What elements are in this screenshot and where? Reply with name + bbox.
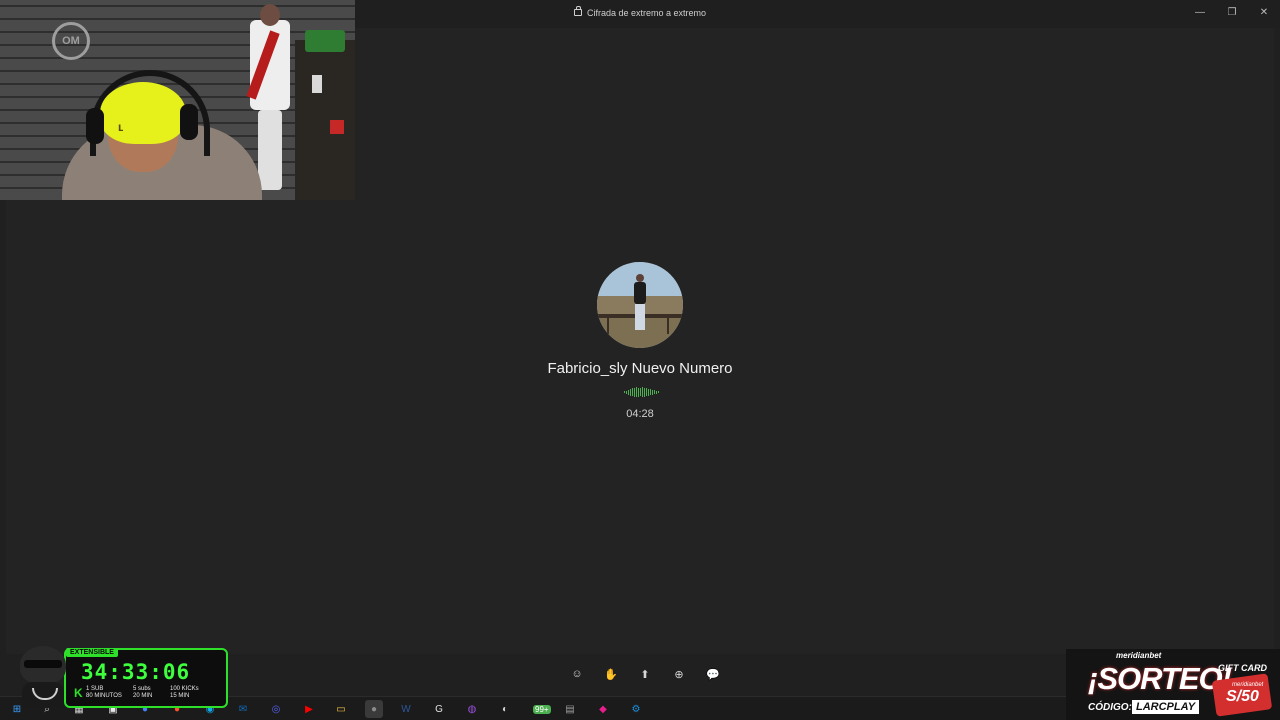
close-button[interactable]: ✕ [1248,0,1280,24]
obs-icon[interactable]: ● [365,700,383,718]
window-title: Cifrada de extremo a extremo [586,8,707,18]
timer-kicks-info: 100 KICKs 15 MIN [170,686,199,699]
reactions-icon: ☺ [571,668,583,680]
logitech-icon[interactable]: G [430,700,448,718]
voice-bar [647,388,649,396]
app-icon[interactable]: ◐ [496,700,514,718]
kick-icon[interactable]: ◆ [594,700,612,718]
window-controls: — ❐ ✕ [1184,0,1280,24]
wall-logo: OM [52,22,90,60]
raise-hand-button[interactable]: ✋ [602,664,620,684]
restore-button[interactable]: ❐ [1216,0,1248,24]
voice-bar [645,388,647,396]
discord-icon[interactable]: ◎ [267,700,285,718]
youtube-icon[interactable]: ▶ [300,700,318,718]
minimize-button[interactable]: — [1184,0,1216,24]
share-screen-icon: ⬆ [640,668,650,681]
voice-bar [639,388,641,396]
contact-avatar [597,262,683,348]
promo-code: LARCPLAY [1132,700,1200,714]
chat-icon: 💬 [706,668,720,681]
voice-bar [649,389,651,395]
notification-badge: 99+ [533,705,551,714]
voice-bar [629,388,631,396]
promo-brand: meridianbet [1116,651,1162,660]
share-screen-button[interactable]: ⬆ [636,664,654,684]
voice-bar [623,391,625,393]
file-explorer-icon[interactable]: ▭ [332,700,350,718]
messenger-icon[interactable]: ◍ [463,700,481,718]
voice-bar [653,390,655,394]
lock-icon [573,6,582,16]
voice-bar [641,387,643,397]
calculator-icon[interactable]: ▤ [561,700,579,718]
steam-icon[interactable]: ⚙ [627,700,645,718]
webcam-overlay: OM ʟ [0,0,355,200]
voice-bar [627,389,629,395]
screen: Cifrada de extremo a extremo — ❐ ✕ Fabri… [0,0,1280,720]
chat-button[interactable]: 💬 [704,664,722,684]
timer-gift-info: 5 subs 20 MIN [133,686,153,699]
reactions-button[interactable]: ☺ [568,664,586,684]
add-people-button[interactable]: ⊕ [670,664,688,684]
raise-hand-icon: ✋ [604,668,618,681]
promo-title: ¡SORTEO! [1088,661,1232,696]
voice-bar [625,390,627,394]
add-people-icon: ⊕ [674,668,684,681]
hat-logo-icon: ʟ [118,120,124,134]
voice-bar [643,387,645,397]
voice-bar [633,387,635,397]
timer-tag: EXTENSIBLE [66,648,118,657]
voice-bar [631,388,633,396]
voice-activity-indicator [618,387,664,397]
word-icon[interactable]: W [397,700,415,718]
voice-bar [657,391,659,393]
voice-bar [635,387,637,397]
contact-name: Fabricio_sly Nuevo Numero [547,360,733,377]
outlook-icon[interactable]: ✉ [234,700,252,718]
gift-card-amount: S/50 [1226,688,1259,705]
kick-logo: K [74,686,83,700]
voice-bar [651,389,653,395]
timer-sub-info: 1 SUB 80 MINUTOS [86,686,122,699]
voice-bar [637,387,639,397]
call-duration: 04:28 [626,408,654,420]
mascot-avatar [14,638,72,708]
promo-code-label: CÓDIGO: [1088,702,1132,713]
voice-bar [655,390,657,394]
timer-time: 34:33:06 [81,660,191,684]
call-controls: ☺ ✋ ⬆ ⊕ 💬 [568,664,722,684]
gift-card-label: GIFT CARD [1218,663,1267,673]
